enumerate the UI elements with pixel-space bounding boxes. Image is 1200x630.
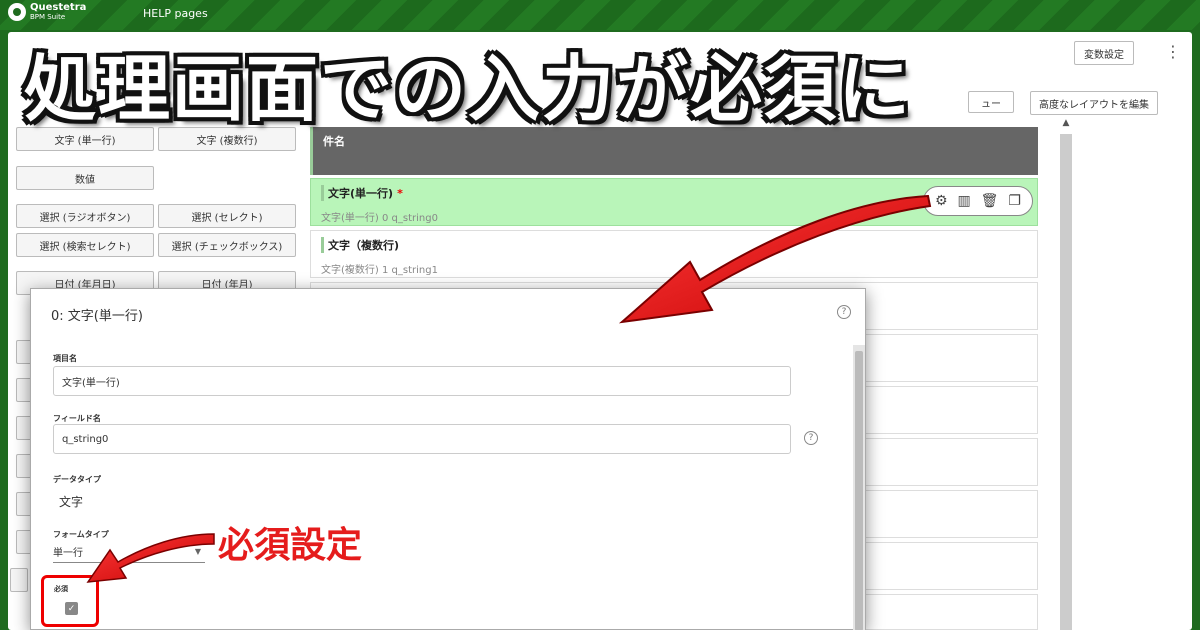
advanced-layout-button[interactable]: 高度なレイアウトを編集 [1030, 91, 1158, 115]
form-type-value: 単一行 [53, 548, 83, 559]
form-type-label: フォームタイプ [53, 530, 109, 539]
more-menu-icon[interactable]: ⋮ [1165, 44, 1181, 60]
gear-icon[interactable]: ⚙ [935, 193, 948, 209]
chevron-down-icon: ▼ [194, 547, 201, 556]
required-highlight: 必須 ✓ [41, 575, 99, 627]
overlay-title: 処理画面での入力が必須に [24, 47, 913, 131]
dialog-scroll-thumb[interactable] [855, 351, 863, 630]
form-item[interactable]: 文字（複数行) 文字(複数行) 1 q_string1 [310, 230, 1038, 278]
trash-icon[interactable]: 🗑 [981, 193, 999, 209]
top-bar: Questetra BPM Suite HELP pages [0, 0, 1200, 30]
field-settings-dialog: 0: 文字(単一行) ? 項目名 文字(単一行) フィールド名 q_string… [30, 288, 866, 630]
palette-select-search[interactable]: 選択 (検索セレクト) [16, 233, 154, 257]
field-name-input[interactable]: q_string0 [53, 424, 791, 454]
logo-sub: BPM Suite [30, 13, 66, 21]
item-subtitle: 文字(単一行) 0 q_string0 [321, 213, 438, 224]
form-item-selected[interactable]: 文字(単一行) * 文字(単一行) 0 q_string0 ⚙ ▥ 🗑 ❐ [310, 178, 1038, 226]
scroll-up-icon[interactable]: ▲ [1060, 118, 1072, 128]
scrollbar[interactable] [1060, 134, 1072, 630]
annotation-label: 必須設定 [218, 525, 363, 566]
questetra-logo-icon [8, 3, 26, 21]
palette-number[interactable]: 数値 [16, 166, 154, 190]
data-type-label: データタイプ [53, 475, 101, 484]
item-name-label: 項目名 [53, 354, 77, 363]
dialog-title: 0: 文字(単一行) [51, 309, 143, 324]
palette-button-partial[interactable] [10, 568, 28, 592]
required-checkbox[interactable]: ✓ [65, 602, 78, 615]
item-toolbar: ⚙ ▥ 🗑 ❐ [923, 186, 1033, 216]
logo-name: Questetra [30, 2, 87, 13]
menu-button[interactable]: ュー [968, 91, 1014, 113]
item-subtitle: 文字(複数行) 1 q_string1 [321, 265, 438, 276]
checkmark-icon: ✓ [67, 603, 76, 614]
help-pages-link[interactable]: HELP pages [143, 7, 208, 20]
variables-button[interactable]: 変数設定 [1074, 41, 1134, 65]
help-icon[interactable]: ? [837, 305, 851, 319]
help-icon[interactable]: ? [804, 431, 818, 445]
palette-select-dropdown[interactable]: 選択 (セレクト) [158, 204, 296, 228]
form-type-select[interactable]: 単一行 ▼ [53, 541, 205, 563]
item-name-input[interactable]: 文字(単一行) [53, 366, 791, 396]
required-label: 必須 [54, 585, 68, 593]
item-title: 文字(単一行) [328, 187, 394, 200]
subject-label: 件名 [323, 135, 345, 148]
required-mark: * [397, 187, 403, 200]
copy-icon[interactable]: ❐ [1008, 193, 1021, 209]
palette-select-radio[interactable]: 選択 (ラジオボタン) [16, 204, 154, 228]
columns-icon[interactable]: ▥ [957, 193, 970, 209]
palette-select-checkbox[interactable]: 選択 (チェックボックス) [158, 233, 296, 257]
logo[interactable]: Questetra BPM Suite [8, 3, 86, 21]
field-name-label: フィールド名 [53, 414, 101, 423]
data-type-value: 文字 [59, 495, 84, 509]
item-title: 文字（複数行) [321, 237, 1027, 253]
